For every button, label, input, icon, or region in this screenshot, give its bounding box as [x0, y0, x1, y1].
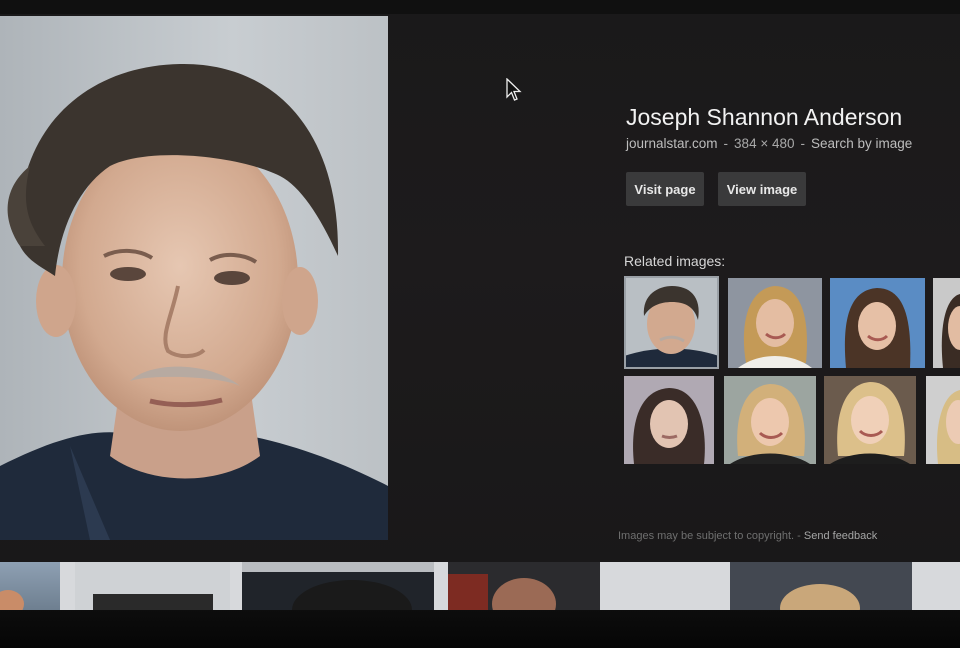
result-thumbnail[interactable] — [242, 562, 434, 610]
image-meta: journalstar.com -384 × 480- Search by imag… — [626, 136, 912, 151]
related-image-thumbnail[interactable] — [926, 376, 960, 464]
result-thumbnail[interactable] — [448, 562, 600, 610]
image-dimensions: 384 × 480 — [734, 136, 795, 151]
related-image-thumbnail[interactable] — [724, 376, 816, 464]
related-image-thumbnail[interactable] — [824, 376, 916, 464]
related-image-thumbnail[interactable] — [624, 376, 714, 464]
view-image-button[interactable]: View image — [718, 172, 806, 206]
mouse-cursor-icon — [506, 78, 522, 101]
related-image-thumbnail[interactable] — [624, 276, 719, 369]
footer-note: Images may be subject to copyright. - Se… — [618, 530, 877, 542]
screen: Joseph Shannon Anderson journalstar.com -… — [0, 0, 960, 648]
preview-image[interactable] — [0, 16, 388, 540]
source-site-link[interactable]: journalstar.com — [626, 136, 718, 151]
related-image-thumbnail[interactable] — [728, 278, 822, 368]
related-images-label: Related images: — [624, 253, 726, 269]
footer-separator: - — [797, 530, 801, 542]
related-image-thumbnail[interactable] — [830, 278, 925, 368]
visit-page-button[interactable]: Visit page — [626, 172, 704, 206]
result-thumbnail[interactable] — [0, 562, 60, 610]
related-image-thumbnail[interactable] — [933, 278, 960, 368]
result-thumbnail[interactable] — [75, 562, 230, 610]
copyright-notice: Images may be subject to copyright. — [618, 530, 795, 542]
search-by-image-link[interactable]: Search by image — [811, 136, 912, 151]
meta-separator: - — [800, 136, 805, 151]
image-title: Joseph Shannon Anderson — [626, 104, 903, 130]
results-strip — [0, 562, 960, 610]
meta-separator: - — [723, 136, 729, 151]
result-thumbnail[interactable] — [730, 562, 912, 610]
top-bezel — [0, 0, 960, 14]
send-feedback-link[interactable]: Send feedback — [804, 530, 877, 542]
bottom-bezel — [0, 610, 960, 648]
